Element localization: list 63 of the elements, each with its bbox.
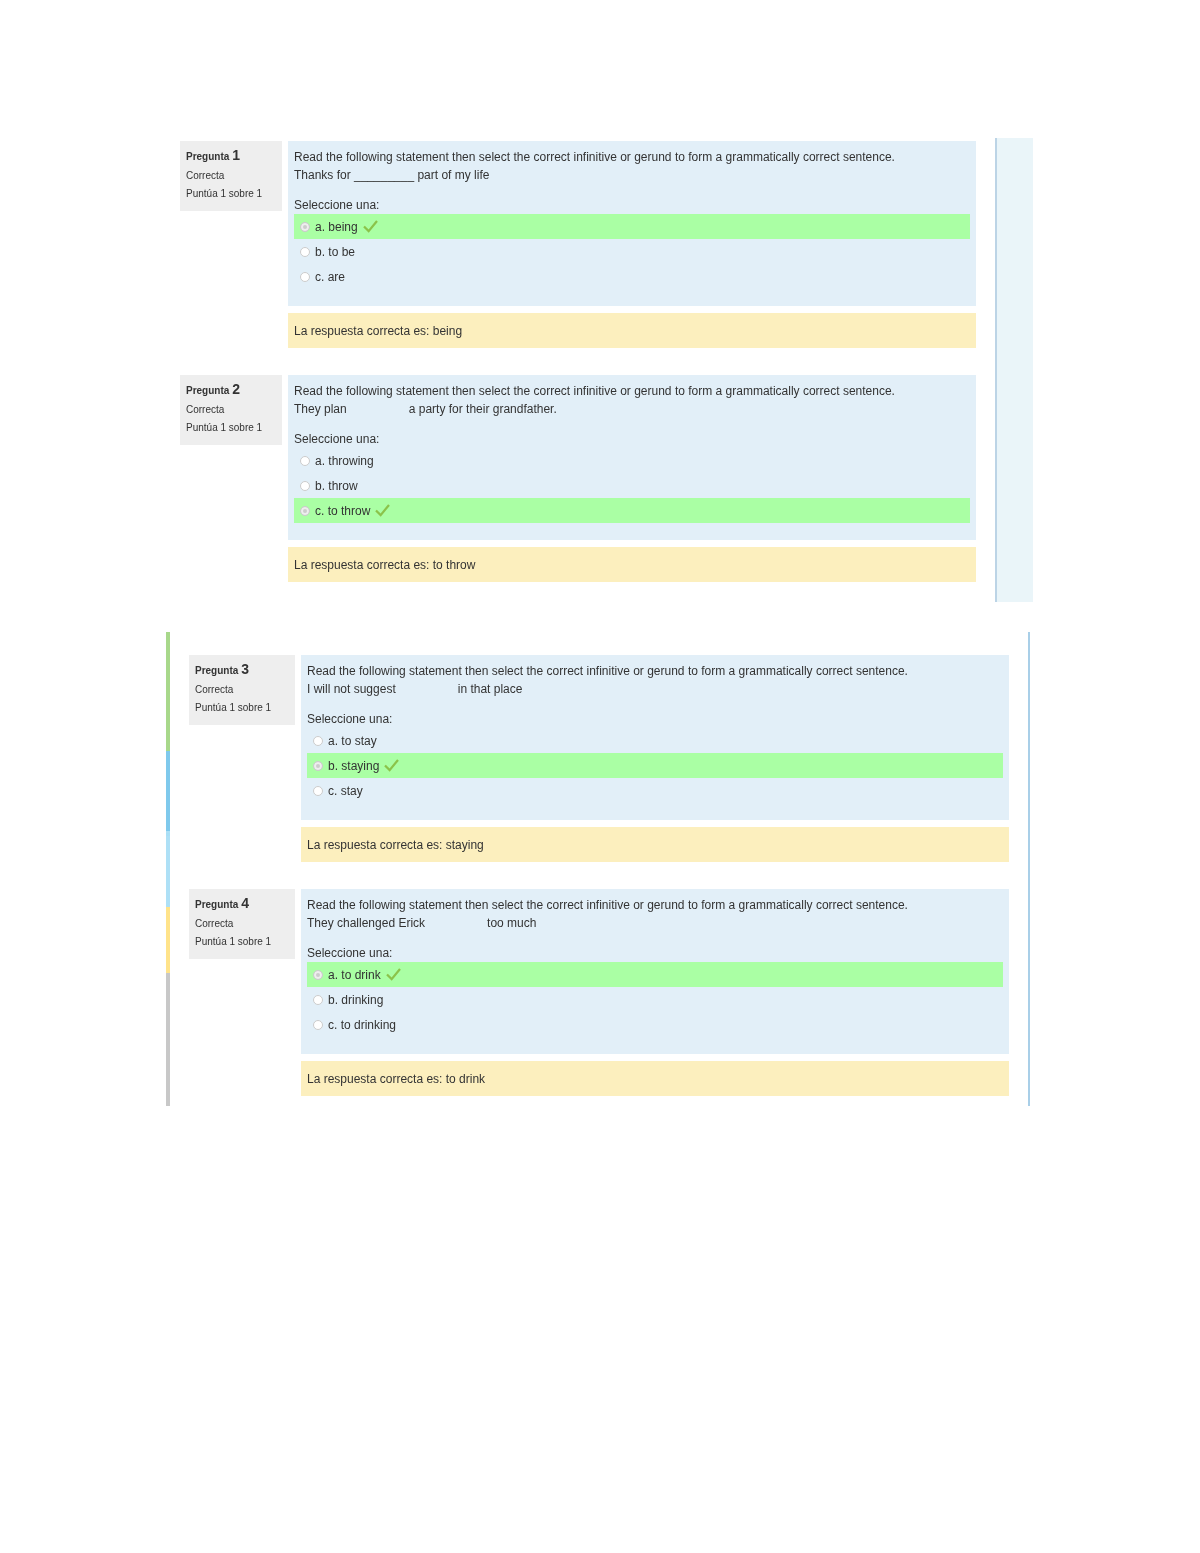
answer-option[interactable]: a. being (294, 214, 971, 239)
question-prompt: Read the following statement then select the correct infinitive or gerund to form a grammatically correct sentence. (307, 897, 909, 914)
question-label: Pregunta (195, 665, 239, 676)
radio-button[interactable] (313, 785, 323, 796)
question-score: Puntúa 1 sobre 1 (195, 702, 273, 713)
question-status: Correcta (186, 404, 226, 415)
question-prompt: Read the following statement then select the correct infinitive or gerund to form a grammatically correct sentence. (294, 383, 896, 400)
question-number: 3 (241, 661, 250, 677)
select-label: Seleccione una: (294, 197, 381, 214)
sentence-text: in that place (457, 681, 523, 698)
answer-option[interactable]: b. to be (294, 239, 971, 264)
question-status: Correcta (195, 684, 235, 695)
question-label: Pregunta (186, 151, 230, 162)
radio-button[interactable] (300, 271, 310, 282)
checkmark-icon (375, 504, 391, 517)
radio-button[interactable] (300, 455, 310, 466)
answer-option[interactable]: b. staying (307, 753, 1003, 778)
feedback-text: La respuesta correcta es: being (294, 323, 463, 338)
select-label: Seleccione una: (307, 711, 394, 728)
sentence-text: They plan (294, 401, 347, 418)
checkmark-icon (385, 968, 401, 981)
answer-option[interactable]: a. throwing (294, 448, 971, 473)
answer-option[interactable]: c. are (294, 264, 971, 289)
radio-button[interactable] (313, 969, 323, 980)
checkmark-icon (384, 759, 400, 772)
radio-button[interactable] (300, 246, 310, 257)
question-number: 4 (241, 895, 250, 911)
question-prompt: Read the following statement then select the correct infinitive or gerund to form a grammatically correct sentence. (294, 149, 896, 166)
question-label: Pregunta (195, 899, 239, 910)
answer-option[interactable]: c. to drinking (307, 1012, 1003, 1037)
sentence-text: a party for their grandfather. (408, 401, 557, 418)
radio-button[interactable] (300, 480, 310, 491)
question-score: Puntúa 1 sobre 1 (186, 422, 264, 433)
answer-option[interactable]: c. to throw (294, 498, 971, 523)
question-status: Correcta (186, 170, 226, 181)
answer-option[interactable]: c. stay (307, 778, 1003, 803)
radio-button[interactable] (313, 760, 323, 771)
sentence-text: I will not suggest (307, 681, 396, 698)
question-label: Pregunta (186, 385, 230, 396)
answer-option[interactable]: b. drinking (307, 987, 1003, 1012)
sentence-text: too much (487, 915, 537, 932)
sentence-text: Thanks for _________ part of my life (294, 167, 490, 184)
answer-option[interactable]: a. to drink (307, 962, 1003, 987)
checkmark-icon (362, 220, 378, 233)
question-status: Correcta (195, 918, 235, 929)
feedback-text: La respuesta correcta es: staying (307, 837, 484, 852)
question-score: Puntúa 1 sobre 1 (195, 936, 273, 947)
question-prompt: Read the following statement then select the correct infinitive or gerund to form a grammatically correct sentence. (307, 663, 909, 680)
radio-button[interactable] (313, 735, 323, 746)
radio-button[interactable] (313, 1019, 323, 1030)
feedback-text: La respuesta correcta es: to throw (294, 557, 476, 572)
radio-button[interactable] (313, 994, 323, 1005)
select-label: Seleccione una: (294, 431, 381, 448)
radio-button[interactable] (300, 505, 310, 516)
answer-option[interactable]: b. throw (294, 473, 971, 498)
question-score: Puntúa 1 sobre 1 (186, 188, 264, 199)
feedback-text: La respuesta correcta es: to drink (307, 1071, 486, 1086)
select-label: Seleccione una: (307, 945, 394, 962)
question-number: 1 (232, 147, 241, 163)
radio-button[interactable] (300, 221, 310, 232)
answer-option[interactable]: a. to stay (307, 728, 1003, 753)
sentence-text: They challenged Erick (307, 915, 426, 932)
question-number: 2 (232, 381, 241, 397)
